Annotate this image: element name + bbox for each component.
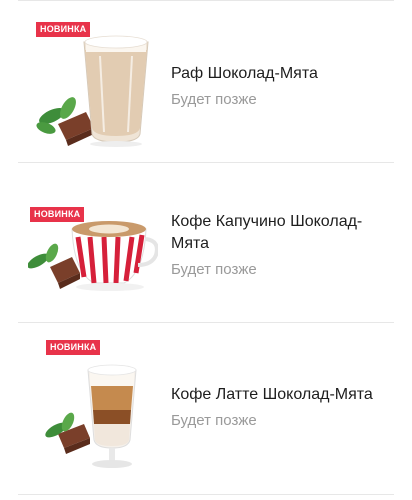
product-status: Будет позже (171, 261, 257, 278)
product-title: Раф Шоколад-Мята (171, 65, 318, 82)
product-image: НОВИНКА (28, 16, 158, 166)
product-title: Кофе Латте Шоколад-Мята (171, 386, 373, 403)
product-item-cappuccino[interactable]: НОВИНКА Кофе Капучино Шоколад-Мята Будет… (0, 163, 412, 321)
product-status: Будет позже (171, 412, 257, 429)
latte-glass-icon (45, 364, 137, 468)
raf-glass-icon (36, 35, 149, 147)
new-badge: НОВИНКА (36, 22, 91, 37)
divider (18, 0, 394, 1)
product-item-latte[interactable]: НОВИНКА Кофе Латте Шоколад-Мята Будет по… (0, 324, 412, 492)
divider (18, 322, 394, 323)
new-badge: НОВИНКА (46, 340, 101, 355)
divider (18, 494, 394, 495)
product-image: НОВИНКА (28, 338, 158, 488)
product-status: Будет позже (171, 91, 257, 108)
product-item-raf[interactable]: НОВИНКА Раф Шоколад-Мята Будет позже (0, 2, 412, 160)
new-badge: НОВИНКА (30, 207, 85, 222)
product-title: Кофе Капучино Шоколад-Мята (171, 213, 363, 252)
